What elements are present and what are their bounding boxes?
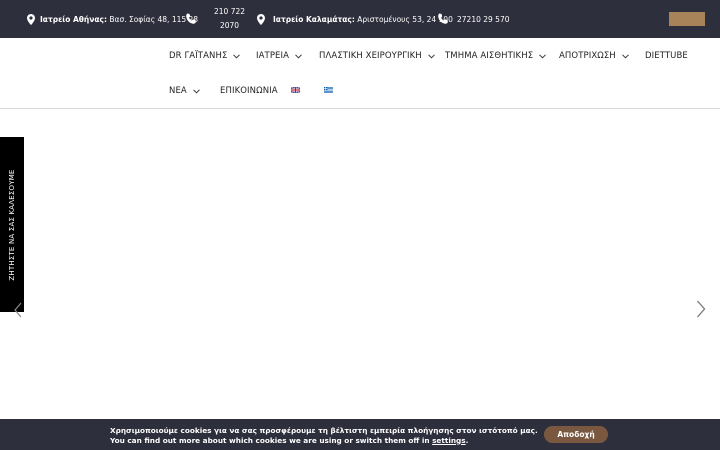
topbar-accent-button[interactable] <box>669 12 705 26</box>
chevron-down-icon <box>233 53 241 59</box>
nav-item-iatreia[interactable]: ΙΑΤΡΕΙΑ <box>256 51 302 61</box>
nav-item-language-el[interactable] <box>324 87 333 93</box>
kalamata-office-info: Ιατρείο Καλαμάτας: Αριστομένους 53, 24 1… <box>257 0 453 38</box>
athens-phone[interactable]: 210 722 2070 <box>185 0 245 38</box>
nav-item-language-en[interactable] <box>291 87 300 93</box>
athens-office-info: Ιατρείο Αθήνας: Βασ. Σοφίας 48, 115 28 <box>27 0 198 38</box>
nav-item-label: DIETTUBE <box>645 51 688 61</box>
nav-item-label: ΤΜΗΜΑ ΑΙΣΘΗΤΙΚΗΣ <box>445 51 534 61</box>
cookie-message: Χρησιμοποιούμε cookies για να σας προσφέ… <box>110 426 538 445</box>
kalamata-label: Ιατρείο Καλαμάτας: <box>273 14 355 24</box>
request-callback-tab[interactable]: ΖΗΤΗΣΤΕ ΝΑ ΣΑΣ ΚΑΛΕΣΟΥΜΕ <box>0 137 24 312</box>
nav-item-label: DR ΓΑΪΤΑΝΗΣ <box>169 51 228 61</box>
cookie-settings-link[interactable]: settings <box>432 436 466 445</box>
athens-phone-line2: 2070 <box>219 21 240 30</box>
kalamata-phone-number: 27210 29 570 <box>457 14 510 24</box>
nav-item-hair-removal[interactable]: ΑΠΟΤΡΙΧΩΣΗ <box>559 51 629 61</box>
cookie-message-line2: You can find out more about which cookie… <box>110 436 538 446</box>
slider-next-arrow-icon[interactable] <box>696 300 706 318</box>
request-callback-label: ΖΗΤΗΣΤΕ ΝΑ ΣΑΣ ΚΑΛΕΣΟΥΜΕ <box>8 168 16 281</box>
slider-prev-arrow-icon[interactable] <box>14 302 22 318</box>
nav-item-dr-gaitanis[interactable]: DR ΓΑΪΤΑΝΗΣ <box>169 51 241 61</box>
nav-item-label: ΙΑΤΡΕΙΑ <box>256 51 290 61</box>
nav-item-label: ΝΕΑ <box>169 86 187 96</box>
chevron-down-icon <box>295 53 302 59</box>
cookie-consent-bar: Χρησιμοποιούμε cookies για να σας προσφέ… <box>0 419 720 450</box>
chevron-down-icon <box>192 88 200 94</box>
phone-icon <box>185 13 197 25</box>
nav-item-label: ΕΠΙΚΟΙΝΩΝΙΑ <box>220 86 278 96</box>
chevron-down-icon <box>539 53 547 59</box>
cookie-line2-text: You can find out more about which cookie… <box>110 435 433 445</box>
chevron-down-icon <box>427 53 435 59</box>
location-pin-icon <box>27 13 35 25</box>
chevron-down-icon <box>621 53 629 59</box>
nav-item-plastic-surgery[interactable]: ΠΛΑΣΤΙΚΗ ΧΕΙΡΟΥΡΓΙΚΗ <box>319 51 435 61</box>
location-pin-icon <box>257 13 265 25</box>
phone-icon <box>437 13 449 25</box>
nav-item-aesthetics[interactable]: ΤΜΗΜΑ ΑΙΣΘΗΤΙΚΗΣ <box>445 51 547 61</box>
cookie-line2-suffix: . <box>465 435 469 445</box>
nav-item-contact[interactable]: ΕΠΙΚΟΙΝΩΝΙΑ <box>220 86 278 96</box>
english-flag-icon <box>291 87 300 93</box>
nav-item-diettube[interactable]: DIETTUBE <box>645 51 688 61</box>
nav-item-label: ΑΠΟΤΡΙΧΩΣΗ <box>559 51 616 61</box>
athens-label: Ιατρείο Αθήνας: <box>40 14 107 24</box>
main-navigation: DR ΓΑΪΤΑΝΗΣ ΙΑΤΡΕΙΑ ΠΛΑΣΤΙΚΗ ΧΕΙΡΟΥΡΓΙΚΗ… <box>0 38 720 109</box>
top-info-bar: Ιατρείο Αθήνας: Βασ. Σοφίας 48, 115 28 2… <box>0 0 720 38</box>
cookie-message-line1: Χρησιμοποιούμε cookies για να σας προσφέ… <box>110 426 538 435</box>
cookie-accept-button[interactable]: Αποδοχή <box>544 426 608 443</box>
greek-flag-icon <box>324 87 333 93</box>
nav-item-label: ΠΛΑΣΤΙΚΗ ΧΕΙΡΟΥΡΓΙΚΗ <box>319 51 422 61</box>
nav-item-news[interactable]: ΝΕΑ <box>169 86 200 96</box>
kalamata-phone[interactable]: 27210 29 570 <box>437 0 510 38</box>
athens-phone-line1: 210 722 <box>214 7 246 16</box>
